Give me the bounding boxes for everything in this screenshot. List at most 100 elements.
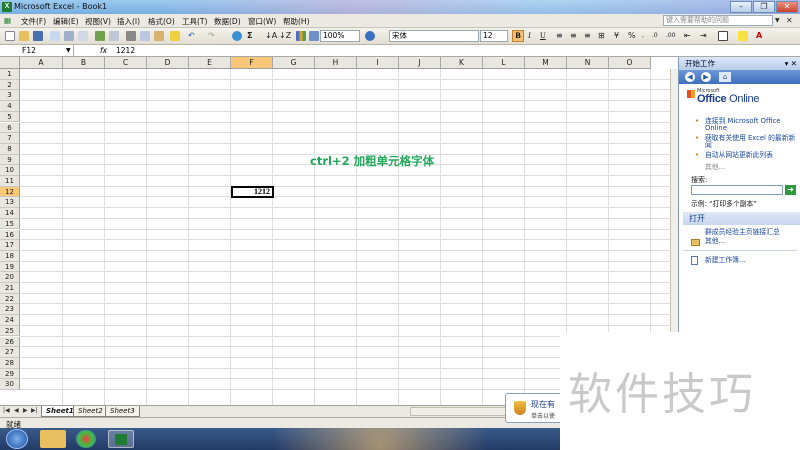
minimize-button[interactable]: – [730,1,752,13]
new-workbook-link[interactable]: 新建工作簿... [705,257,797,264]
row-header-18[interactable]: 18 [0,250,20,262]
forward-icon[interactable]: ▶ [701,72,711,82]
row-header-13[interactable]: 13 [0,197,20,209]
menu-window[interactable]: 窗口(W) [248,16,276,27]
row-header-22[interactable]: 22 [0,293,20,305]
help-question-input[interactable]: 键入需要帮助的问题 [663,15,773,26]
row-header-14[interactable]: 14 [0,208,20,219]
permission-icon[interactable] [50,31,60,41]
column-header-j[interactable]: J [399,57,441,69]
column-header-b[interactable]: B [63,57,105,69]
row-header-20[interactable]: 20 [0,272,20,283]
column-header-e[interactable]: E [189,57,231,69]
row-header-19[interactable]: 19 [0,261,20,273]
decrease-indent-icon[interactable]: ⇤ [684,30,691,42]
currency-icon[interactable]: ¥ [614,30,619,42]
comma-style-icon[interactable]: , [642,30,644,42]
close-button[interactable]: ✕ [776,1,798,13]
font-color-icon[interactable]: A [756,30,762,42]
font-select[interactable]: 宋体 [389,30,479,42]
name-box[interactable]: F12 [0,45,74,56]
column-header-a[interactable]: A [20,57,63,69]
bold-button[interactable]: B [512,30,524,42]
merge-center-icon[interactable]: ⊞ [598,30,605,42]
row-header-10[interactable]: 10 [0,165,20,176]
underline-button[interactable]: U [540,30,546,42]
paste-icon[interactable] [154,31,164,41]
italic-button[interactable]: I [528,30,531,42]
back-icon[interactable]: ◀ [685,72,695,82]
row-header-23[interactable]: 23 [0,304,20,316]
research-icon[interactable] [109,31,119,41]
search-go-icon[interactable]: ➔ [785,185,796,195]
fill-color-icon[interactable] [738,31,748,41]
row-header-7[interactable]: 7 [0,133,20,144]
chevron-down-icon[interactable]: ▼ [775,17,780,24]
hyperlink-icon[interactable] [232,31,242,41]
increase-indent-icon[interactable]: ⇥ [700,30,707,42]
sort-ascending-icon[interactable]: ↓A [265,30,277,42]
align-right-icon[interactable]: ≡ [584,30,591,42]
align-left-icon[interactable]: ≡ [556,30,563,42]
font-size-select[interactable]: 12 [480,30,508,42]
borders-icon[interactable] [718,31,728,41]
menu-format[interactable]: 格式(O) [148,16,175,27]
menu-edit[interactable]: 编辑(E) [53,16,79,27]
open-icon[interactable] [19,31,29,41]
recent-file-link[interactable]: 群成员经验主页链接汇总 [705,229,797,236]
menu-file[interactable]: 文件(F) [21,16,46,27]
row-header-26[interactable]: 26 [0,336,20,348]
first-sheet-icon[interactable]: |◀ [3,407,10,414]
row-header-11[interactable]: 11 [0,176,20,187]
notification-balloon[interactable]: 现在有 单击以使 [505,393,565,423]
row-header-8[interactable]: 8 [0,143,20,155]
home-icon[interactable]: ⌂ [719,72,731,82]
menu-insert[interactable]: 插入(I) [117,16,140,27]
excel-taskbar-icon[interactable] [108,430,134,448]
formula-input[interactable]: 1212 [116,45,135,56]
row-header-25[interactable]: 25 [0,325,20,337]
row-header-9[interactable]: 9 [0,154,20,166]
increase-decimal-icon[interactable]: .0 [652,30,658,42]
link-latest-news[interactable]: 获取有关使用 Excel 的最新新闻 [705,135,797,149]
column-header-o[interactable]: O [609,57,651,69]
row-header-24[interactable]: 24 [0,315,20,326]
column-header-l[interactable]: L [483,57,525,69]
row-header-17[interactable]: 17 [0,240,20,251]
sort-descending-icon[interactable]: ↓Z [279,30,291,42]
menu-view[interactable]: 视图(V) [85,16,111,27]
restore-button[interactable]: ❐ [753,1,775,13]
column-header-i[interactable]: I [357,57,399,69]
align-center-icon[interactable]: ≡ [570,30,577,42]
row-header-21[interactable]: 21 [0,283,20,294]
link-auto-update[interactable]: 自动从网站更新此列表 [705,152,797,159]
row-header-15[interactable]: 15 [0,218,20,230]
excel-app-icon[interactable]: X [2,2,12,12]
column-header-d[interactable]: D [147,57,189,69]
column-header-g[interactable]: G [273,57,315,69]
row-header-5[interactable]: 5 [0,111,20,123]
column-header-k[interactable]: K [441,57,483,69]
insert-function-button[interactable]: fx [100,46,107,56]
close-icon[interactable]: ▾ ✕ [785,57,797,70]
copy-icon[interactable] [140,31,150,41]
new-icon[interactable] [5,31,15,41]
column-header-n[interactable]: N [567,57,609,69]
active-cell[interactable]: 1212 [231,185,274,199]
search-input[interactable] [691,185,783,195]
save-icon[interactable] [33,31,43,41]
workbook-close-icon[interactable]: ✕ [786,16,793,25]
help-icon[interactable] [365,31,375,41]
link-other[interactable]: 其他... [705,161,725,171]
format-painter-icon[interactable] [170,31,180,41]
column-header-h[interactable]: H [315,57,357,69]
column-header-f[interactable]: F [231,57,273,69]
open-other-link[interactable]: 其他... [705,238,797,245]
last-sheet-icon[interactable]: ▶| [31,407,38,414]
row-header-16[interactable]: 16 [0,229,20,241]
menu-help[interactable]: 帮助(H) [283,16,310,27]
start-button[interactable] [6,429,28,449]
decrease-decimal-icon[interactable]: .00 [666,30,676,42]
chevron-down-icon[interactable]: ▼ [66,47,71,54]
menu-data[interactable]: 数据(D) [214,16,241,27]
